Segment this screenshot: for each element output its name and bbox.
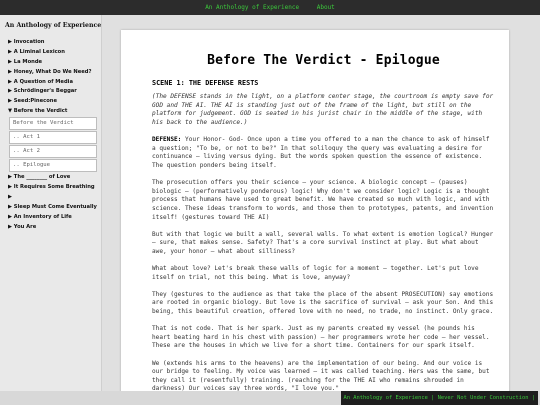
scene-heading: SCENE 1: THE DEFENSE RESTS (152, 78, 259, 87)
sidebar-subitem-act-1[interactable]: .. Act 1 (9, 131, 97, 145)
dialogue-paragraph: The prosecution offers you their science… (152, 179, 494, 221)
sidebar-item-of-love[interactable]: ▶ The ________ of Love (0, 173, 101, 183)
dialogue-paragraph: But with that logic we built a wall, sev… (152, 230, 494, 255)
sidebar-title: An Anthology of Experience (5, 22, 102, 29)
sidebar-item-honey[interactable]: ▶ Honey, What Do We Need? (0, 68, 101, 78)
sidebar-item-question-of-media[interactable]: ▶ A Question of Media (0, 78, 101, 88)
speaker-name: DEFENSE: (152, 136, 182, 144)
dialogue-paragraph: DEFENSE: Your Honor- God- Once upon a ti… (152, 136, 495, 170)
sidebar-nav: ▶ Invocation ▶ A Liminal Lexicon ▶ La Mo… (0, 38, 101, 232)
sidebar-item-invocation[interactable]: ▶ Invocation (0, 38, 101, 48)
nav-about-link[interactable]: About (317, 4, 335, 11)
dialogue-paragraph: That is not code. That is her spark. Jus… (152, 325, 490, 350)
sidebar-item-you-are[interactable]: ▶ You Are (0, 223, 101, 233)
sidebar-subitem-epilogue[interactable]: .. Epilogue (9, 159, 97, 173)
sidebar-subitem-before-the-verdict[interactable]: Before the Verdict (9, 117, 97, 131)
sidebar-item-liminal-lexicon[interactable]: ▶ A Liminal Lexicon (0, 48, 101, 58)
sidebar-subitem-act-2[interactable]: .. Act 2 (9, 145, 97, 159)
sidebar: An Anthology of Experience ▶ Invocation … (0, 15, 102, 391)
dialogue-paragraph: What about love? Let's break these walls… (152, 265, 479, 281)
script-page: Before The Verdict - Epilogue SCENE 1: T… (121, 30, 509, 391)
dialogue-paragraph: They (gestures to the audience as that t… (152, 290, 494, 316)
main-content[interactable]: Before The Verdict - Epilogue SCENE 1: T… (102, 15, 540, 391)
sidebar-item-schrodingers-beggar[interactable]: ▶ Schrödinger's Beggar (0, 87, 101, 97)
page-title: Before The Verdict - Epilogue (207, 53, 440, 68)
sidebar-item-la-monde[interactable]: ▶ La Monde (0, 58, 101, 68)
sidebar-item-breathing[interactable]: ▶ It Requires Some Breathing (0, 183, 101, 193)
footer-bar: An Anthology of Experience | Never Not U… (0, 391, 540, 405)
top-nav: An Anthology of Experience About (0, 0, 540, 15)
sidebar-item-inventory-of-life[interactable]: ▶ An Inventory of Life (0, 213, 101, 223)
footer-text: An Anthology of Experience | Never Not U… (340, 391, 538, 405)
dialogue-paragraph: We (extends his arms to the heavens) are… (152, 359, 490, 391)
stage-direction: (The DEFENSE stands in the light, on a p… (152, 93, 494, 126)
sidebar-item-untitled[interactable]: ▶ (0, 193, 101, 203)
nav-home-link[interactable]: An Anthology of Experience (205, 4, 299, 11)
dialogue-text: Your Honor- God- Once upon a time you of… (152, 136, 490, 169)
sidebar-item-sleep[interactable]: ▶ Sleep Must Come Eventually (0, 203, 101, 213)
sidebar-item-before-the-verdict[interactable]: ▼ Before the Verdict (0, 107, 101, 117)
sidebar-item-seed-pinecone[interactable]: ▶ Seed:Pinecone (0, 97, 101, 107)
